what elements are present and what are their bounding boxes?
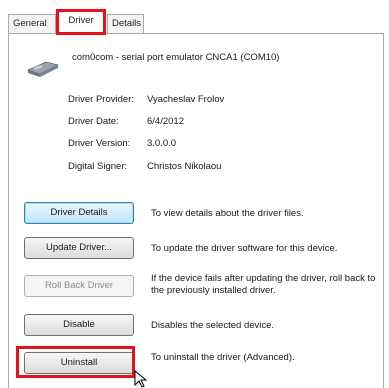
digital-signer-value: Christos Nikolaou <box>147 161 222 172</box>
tab-driver[interactable]: Driver <box>56 9 106 35</box>
tab-general[interactable]: General <box>8 14 56 33</box>
driver-date-label: Driver Date: <box>68 116 119 127</box>
device-name: com0com - serial port emulator CNCA1 (CO… <box>72 52 280 63</box>
tab-details[interactable]: Details <box>107 14 144 33</box>
uninstall-description: To uninstall the driver (Advanced). <box>151 352 295 363</box>
driver-provider-label: Driver Provider: <box>68 94 134 105</box>
driver-date-value: 6/4/2012 <box>147 116 184 127</box>
roll-back-driver-description: If the device fails after updating the d… <box>151 273 376 296</box>
update-driver-button[interactable]: Update Driver... <box>24 237 134 259</box>
disable-button[interactable]: Disable <box>24 314 134 336</box>
mouse-pointer-icon <box>134 370 148 388</box>
digital-signer-label: Digital Signer: <box>68 161 128 172</box>
update-driver-description: To update the driver software for this d… <box>151 243 338 254</box>
driver-version-value: 3.0.0.0 <box>147 138 177 149</box>
driver-details-button[interactable]: Driver Details <box>24 202 134 224</box>
roll-back-driver-button[interactable]: Roll Back Driver <box>24 275 134 297</box>
driver-details-description: To view details about the driver files. <box>151 208 304 219</box>
driver-properties-window: General Details Driver com0com - serial … <box>0 0 389 388</box>
serial-connector-icon <box>26 61 60 77</box>
disable-description: Disables the selected device. <box>151 320 275 331</box>
driver-provider-value: Vyacheslav Frolov <box>147 94 225 105</box>
uninstall-button[interactable]: Uninstall <box>24 352 134 374</box>
driver-version-label: Driver Version: <box>68 138 131 149</box>
